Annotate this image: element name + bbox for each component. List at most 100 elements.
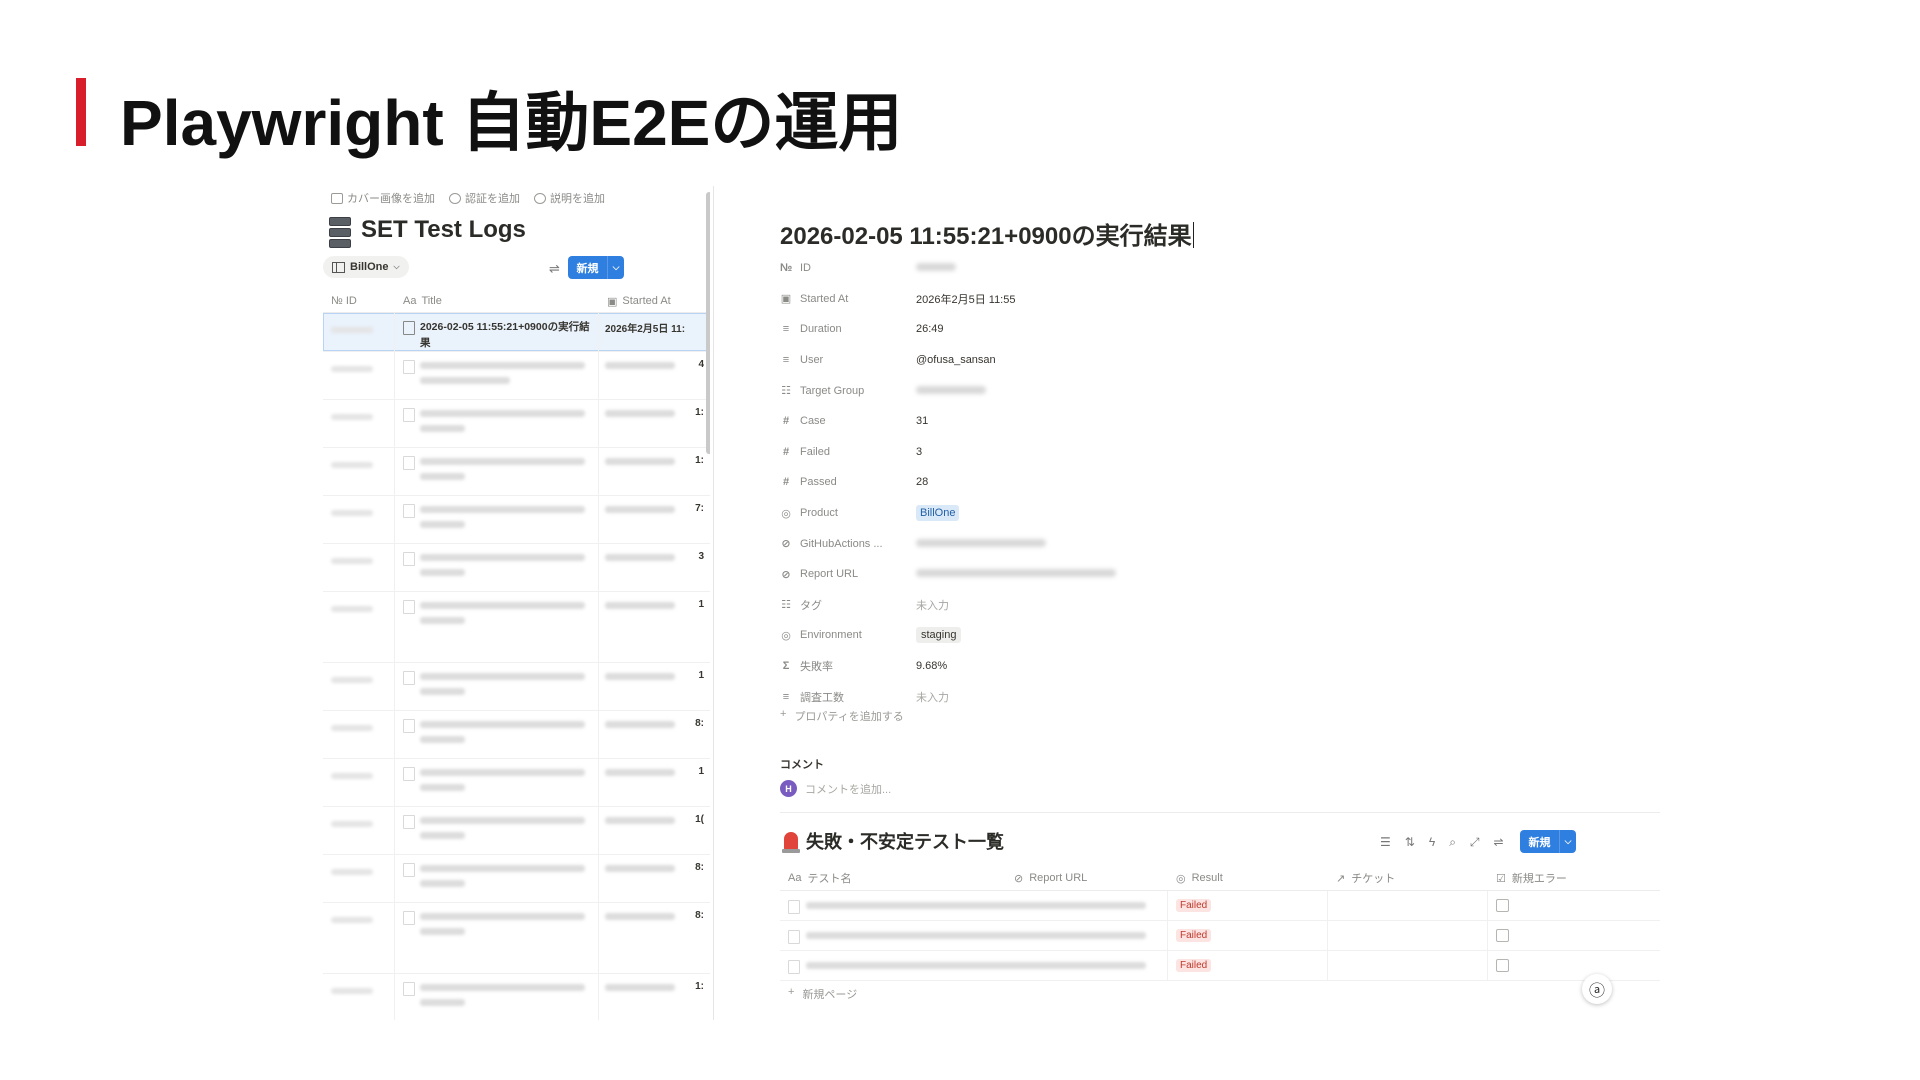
property-row[interactable]: ≡ Duration 26:49 xyxy=(780,314,1380,345)
property-row[interactable]: ≡ User @ofusa_sansan xyxy=(780,345,1380,376)
page-icon xyxy=(403,719,415,733)
property-row[interactable]: # Failed 3 xyxy=(780,437,1380,468)
property-row[interactable]: ◎ Environment staging xyxy=(780,620,1380,651)
new-error-checkbox[interactable] xyxy=(1496,929,1509,942)
comment-input[interactable]: H コメントを追加... xyxy=(780,780,891,797)
ticket-cell[interactable] xyxy=(1328,951,1488,980)
table-row[interactable]: Failed xyxy=(780,921,1660,951)
property-value[interactable] xyxy=(916,568,1116,580)
row-started-at-tail: 1: xyxy=(695,407,704,418)
title-accent-bar xyxy=(76,78,86,146)
add-verification-action[interactable]: 認証を追加 xyxy=(449,190,520,206)
property-value[interactable]: staging xyxy=(916,627,962,644)
property-row[interactable]: № ID xyxy=(780,253,1380,284)
database-title-text: SET Test Logs xyxy=(361,216,526,243)
property-row[interactable]: ☷ タグ 未入力 xyxy=(780,590,1380,621)
property-key: ☷ タグ xyxy=(780,597,916,613)
table-row[interactable]: 1: xyxy=(323,974,710,1020)
property-value[interactable]: 3 xyxy=(916,446,922,458)
property-value[interactable] xyxy=(916,385,986,397)
table-row[interactable]: 1 xyxy=(323,663,710,711)
page-title[interactable]: 2026-02-05 11:55:21+0900の実行結果 xyxy=(780,216,1195,251)
sort-icon[interactable]: ⇅ xyxy=(1405,835,1415,850)
column-header-started-at[interactable]: ▣ Started At xyxy=(599,290,710,312)
new-error-checkbox[interactable] xyxy=(1496,959,1509,972)
property-value[interactable] xyxy=(916,262,956,274)
property-label: 失敗率 xyxy=(800,661,833,674)
settings-sliders-icon[interactable]: ⇌ xyxy=(1494,835,1504,850)
table-row[interactable]: 4 xyxy=(323,352,710,400)
new-page-button[interactable]: + 新規ページ xyxy=(788,986,857,1002)
ticket-cell[interactable] xyxy=(1328,921,1488,950)
add-cover-action[interactable]: カバー画像を追加 xyxy=(331,190,435,206)
sub-new-button[interactable]: 新規 ⌵ xyxy=(1520,830,1576,853)
column-header-new-error[interactable]: ☑ 新規エラー xyxy=(1488,866,1660,890)
column-header-result[interactable]: ◎ Result xyxy=(1168,866,1328,890)
property-type-icon: ▣ xyxy=(780,293,792,306)
new-error-checkbox[interactable] xyxy=(1496,899,1509,912)
property-value[interactable]: 未入力 xyxy=(916,597,949,613)
column-header-title[interactable]: Aa Title xyxy=(395,290,599,312)
view-tab-billone[interactable]: BillOne ⌵ xyxy=(323,256,409,278)
sub-table-header: Aa テスト名 ⊘ Report URL ◎ Result ↗ チケット ☑ 新規エラー xyxy=(780,866,1660,891)
table-row[interactable]: 1: xyxy=(323,448,710,496)
filter-icon[interactable]: ☰ xyxy=(1380,835,1391,850)
property-value[interactable]: @ofusa_sansan xyxy=(916,354,996,366)
column-header-test-name[interactable]: Aa テスト名 xyxy=(780,866,1006,890)
table-row[interactable]: 1 xyxy=(323,592,710,663)
table-row[interactable]: 1: xyxy=(323,400,710,448)
property-value[interactable]: 28 xyxy=(916,476,928,488)
table-row[interactable]: 1( xyxy=(323,807,710,855)
property-value[interactable] xyxy=(916,538,1046,550)
automation-icon[interactable]: ϟ xyxy=(1429,835,1435,850)
chevron-down-icon[interactable]: ⌵ xyxy=(608,262,624,273)
property-row[interactable]: ☷ Target Group xyxy=(780,375,1380,406)
assistant-icon[interactable]: ⓐ xyxy=(1582,974,1612,1004)
new-button[interactable]: 新規 ⌵ xyxy=(568,256,624,279)
redacted-date xyxy=(605,554,675,561)
column-header-ticket[interactable]: ↗ チケット xyxy=(1328,866,1488,890)
table-row[interactable]: 2026-02-05 11:55:21+0900の実行結果 2026年2月5日 … xyxy=(323,313,710,352)
property-row[interactable]: ▣ Started At 2026年2月5日 11:55 xyxy=(780,284,1380,315)
table-row[interactable]: 1 xyxy=(323,759,710,807)
table-row[interactable]: 3 xyxy=(323,544,710,592)
property-row[interactable]: # Passed 28 xyxy=(780,467,1380,498)
property-value[interactable]: 26:49 xyxy=(916,323,944,335)
property-value[interactable]: 9.68% xyxy=(916,660,947,672)
comment-placeholder: コメントを追加... xyxy=(805,783,892,796)
table-row[interactable]: 8: xyxy=(323,903,710,974)
property-row[interactable]: Σ 失敗率 9.68% xyxy=(780,651,1380,682)
property-value[interactable]: 未入力 xyxy=(916,689,949,705)
table-row[interactable]: Failed xyxy=(780,951,1660,981)
table-row[interactable]: 8: xyxy=(323,855,710,903)
column-header-report-url[interactable]: ⊘ Report URL xyxy=(1006,866,1168,890)
redacted-value xyxy=(916,569,1116,578)
table-row[interactable]: 8: xyxy=(323,711,710,759)
property-row[interactable]: # Case 31 xyxy=(780,406,1380,437)
add-description-action[interactable]: 説明を追加 xyxy=(534,190,605,206)
chevron-down-icon[interactable]: ⌵ xyxy=(1560,836,1576,847)
property-label: Duration xyxy=(800,323,842,336)
property-value-text: 未入力 xyxy=(916,599,949,612)
table-row[interactable]: 7: xyxy=(323,496,710,544)
redacted-id xyxy=(331,606,373,612)
search-icon[interactable]: ⌕ xyxy=(1449,835,1456,850)
property-value[interactable]: 2026年2月5日 11:55 xyxy=(916,291,1015,307)
scrollbar[interactable] xyxy=(706,192,710,454)
property-value[interactable]: BillOne xyxy=(916,505,960,522)
table-row[interactable]: Failed xyxy=(780,891,1660,921)
row-title[interactable]: 2026-02-05 11:55:21+0900の実行結果 xyxy=(420,319,592,349)
property-row[interactable]: ⊘ Report URL xyxy=(780,559,1380,590)
slide-title: Playwright 自動E2Eの運用 xyxy=(120,87,903,159)
row-started-at: 2026年2月5日 11: xyxy=(605,324,686,335)
settings-sliders-icon[interactable]: ⇌ xyxy=(549,261,560,277)
property-row[interactable]: ⊘ GitHubActions ... xyxy=(780,528,1380,559)
property-value[interactable]: 31 xyxy=(916,415,928,427)
ticket-cell[interactable] xyxy=(1328,891,1488,920)
column-header-id[interactable]: № ID xyxy=(323,290,395,312)
add-property-button[interactable]: + プロパティを追加する xyxy=(780,708,904,724)
property-key: Σ 失敗率 xyxy=(780,658,916,674)
property-key: ◎ Environment xyxy=(780,629,916,642)
property-row[interactable]: ◎ Product BillOne xyxy=(780,498,1380,529)
expand-icon[interactable]: ⤢ xyxy=(1470,835,1480,850)
